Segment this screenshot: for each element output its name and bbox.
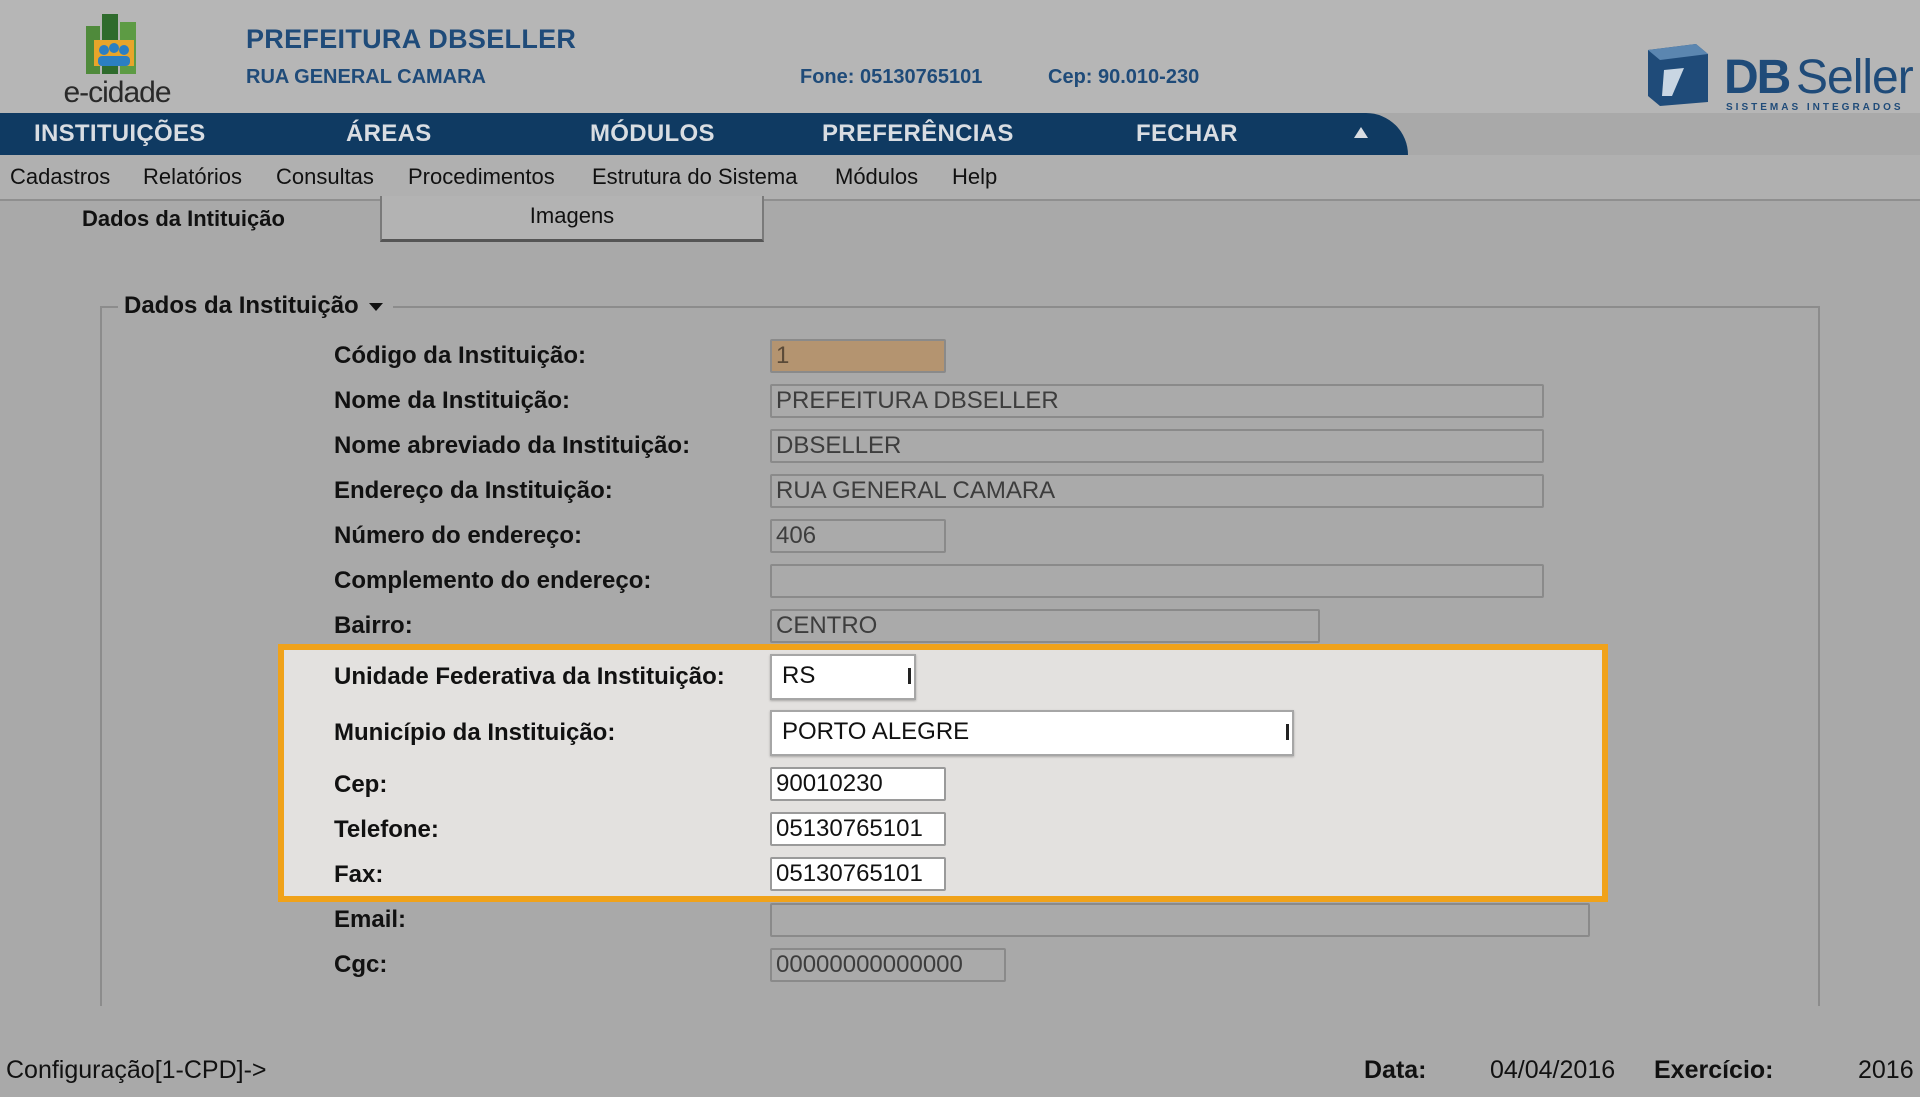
- label-fax: Fax:: [334, 861, 384, 888]
- label-numero: Número do endereço:: [334, 522, 583, 549]
- label-complemento: Complemento do endereço:: [334, 567, 652, 594]
- fieldset-legend[interactable]: Dados da Instituição: [118, 292, 393, 320]
- sub-menu-bar: Cadastros Relatórios Consultas Procedime…: [0, 155, 1920, 201]
- label-bairro: Bairro:: [334, 612, 413, 639]
- fieldset-legend-text: Dados da Instituição: [124, 292, 359, 319]
- collapse-up-icon[interactable]: [1354, 127, 1368, 138]
- label-cep: Cep:: [334, 771, 388, 798]
- caret-down-icon: [368, 302, 383, 311]
- label-codigo: Código da Instituição:: [334, 342, 586, 369]
- submenu-estrutura[interactable]: Estrutura do Sistema: [592, 164, 797, 190]
- fax-field[interactable]: [770, 857, 946, 891]
- status-exercicio-value: 2016: [1858, 1056, 1914, 1084]
- submenu-help[interactable]: Help: [952, 164, 997, 190]
- cgc-field[interactable]: [770, 948, 1006, 982]
- ecidade-logo-icon: [86, 14, 136, 74]
- org-name: PREFEITURA DBSELLER: [246, 24, 577, 54]
- label-cgc: Cgc:: [334, 951, 388, 978]
- app-header: [0, 0, 1920, 113]
- org-cep: Cep: 90.010-230: [1048, 66, 1200, 88]
- submenu-modulos[interactable]: Módulos: [835, 164, 918, 190]
- label-municipio: Município da Instituição:: [334, 719, 616, 746]
- menu-fechar[interactable]: FECHAR: [1136, 120, 1238, 148]
- menu-preferencias[interactable]: PREFERÊNCIAS: [822, 120, 1014, 148]
- complemento-field[interactable]: [770, 564, 1544, 598]
- submenu-relatorios[interactable]: Relatórios: [143, 164, 242, 190]
- org-phone: Fone: 05130765101: [800, 66, 983, 88]
- label-email: Email:: [334, 906, 407, 933]
- label-uf: Unidade Federativa da Instituição:: [334, 663, 725, 690]
- main-menu-bar: INSTITUIÇÕES ÁREAS MÓDULOS PREFERÊNCIAS …: [0, 113, 1408, 155]
- codigo-field[interactable]: [770, 339, 946, 373]
- uf-select[interactable]: RS: [770, 654, 916, 700]
- email-field[interactable]: [770, 903, 1590, 937]
- dbseller-cube-icon: [1648, 44, 1708, 106]
- menu-instituicoes[interactable]: INSTITUIÇÕES: [34, 120, 206, 148]
- submenu-consultas[interactable]: Consultas: [276, 164, 374, 190]
- submenu-cadastros[interactable]: Cadastros: [10, 164, 110, 190]
- municipio-select-value: PORTO ALEGRE: [782, 718, 970, 745]
- status-context: Configuração[1-CPD]->: [6, 1056, 267, 1084]
- menu-modulos[interactable]: MÓDULOS: [590, 120, 715, 148]
- dbseller-logo-seller: Seller: [1796, 51, 1914, 104]
- select-arrow-icon: [908, 668, 911, 684]
- select-arrow-icon: [1286, 724, 1289, 740]
- endereco-field[interactable]: [770, 474, 1544, 508]
- dbseller-tagline: SISTEMAS INTEGRADOS: [1726, 102, 1904, 113]
- dbseller-logo-db: DB: [1724, 51, 1791, 104]
- label-telefone: Telefone:: [334, 816, 439, 843]
- nome-field[interactable]: [770, 384, 1544, 418]
- label-nome: Nome da Instituição:: [334, 387, 571, 414]
- tab-imagens[interactable]: Imagens: [380, 196, 764, 242]
- status-date-label: Data:: [1364, 1056, 1427, 1084]
- org-street: RUA GENERAL CAMARA: [246, 66, 486, 88]
- dbseller-logo: DB Seller SISTEMAS INTEGRADOS: [1640, 38, 1914, 118]
- menu-areas[interactable]: ÁREAS: [346, 120, 432, 148]
- numero-field[interactable]: [770, 519, 946, 553]
- label-endereco: Endereço da Instituição:: [334, 477, 613, 504]
- ecidade-logo: e-cidade: [40, 6, 190, 109]
- submenu-procedimentos[interactable]: Procedimentos: [408, 164, 555, 190]
- ecidade-logo-text: e-cidade: [63, 76, 171, 109]
- municipio-select[interactable]: PORTO ALEGRE: [770, 710, 1294, 756]
- nome-abreviado-field[interactable]: [770, 429, 1544, 463]
- tab-dados-instituicao[interactable]: Dados da Intituição: [82, 206, 285, 232]
- telefone-field[interactable]: [770, 812, 946, 846]
- label-nome-abreviado: Nome abreviado da Instituição:: [334, 432, 691, 459]
- bairro-field[interactable]: [770, 609, 1320, 643]
- status-exercicio-label: Exercício:: [1654, 1056, 1774, 1084]
- status-date-value: 04/04/2016: [1490, 1056, 1616, 1084]
- cep-field[interactable]: [770, 767, 946, 801]
- uf-select-value: RS: [782, 662, 816, 689]
